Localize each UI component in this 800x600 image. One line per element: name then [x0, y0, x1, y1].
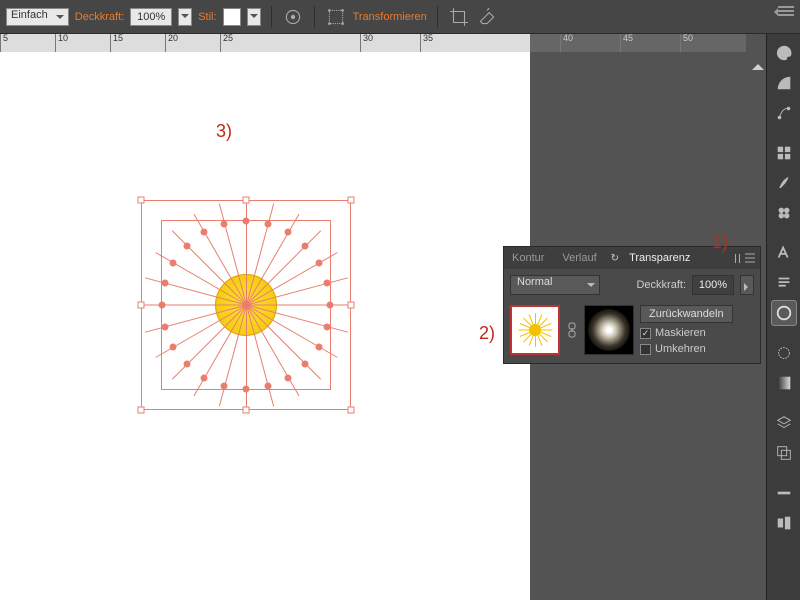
grid-icon[interactable]	[771, 140, 797, 166]
opacity-stepper[interactable]	[740, 275, 754, 295]
annotation-1: 1)	[712, 232, 728, 253]
horizontal-ruler: 5101520253035	[0, 34, 530, 52]
link-icon[interactable]	[566, 305, 578, 355]
shape-icon[interactable]	[771, 70, 797, 96]
gradient-icon[interactable]	[771, 370, 797, 396]
palette-icon[interactable]	[771, 40, 797, 66]
transparency-icon[interactable]	[771, 300, 797, 326]
curve-icon[interactable]	[771, 100, 797, 126]
transform-label: Transformieren	[353, 11, 427, 23]
mask-label: Maskieren	[655, 327, 706, 339]
align-icon[interactable]	[771, 510, 797, 536]
layers-icon[interactable]	[771, 410, 797, 436]
style-swatch[interactable]	[223, 8, 241, 26]
paragraph-icon[interactable]	[771, 270, 797, 296]
invert-label: Umkehren	[655, 343, 706, 355]
line-icon[interactable]	[771, 480, 797, 506]
refresh-icon: ↻	[611, 253, 619, 264]
opacity-label: Deckkraft:	[75, 11, 125, 23]
target-icon[interactable]	[282, 6, 304, 28]
panel-opacity-input[interactable]	[692, 275, 734, 295]
opacity-input[interactable]	[130, 8, 172, 26]
crop-icon[interactable]	[448, 6, 470, 28]
tab-transparenz[interactable]: Transparenz	[625, 252, 694, 264]
right-tool-strip	[766, 34, 800, 600]
panel-menu-icon[interactable]	[744, 253, 756, 263]
mask-thumbnail[interactable]	[584, 305, 634, 355]
invert-checkbox[interactable]: Umkehren	[640, 343, 733, 355]
brush-icon[interactable]	[771, 170, 797, 196]
style-label: Stil:	[198, 11, 216, 23]
divider	[314, 6, 315, 28]
style-dropdown[interactable]	[247, 8, 261, 26]
transform-bbox[interactable]	[141, 200, 351, 410]
mode-select[interactable]: Einfach	[6, 8, 69, 26]
tab-verlauf[interactable]: Verlauf	[558, 252, 600, 264]
tab-kontur[interactable]: Kontur	[508, 252, 548, 264]
panel-menu-icon[interactable]	[778, 6, 794, 16]
annotation-2: 2)	[479, 323, 495, 344]
collapse-icon[interactable]	[735, 254, 740, 263]
annotation-3: 3)	[216, 121, 232, 142]
circle-outline-icon[interactable]	[771, 340, 797, 366]
eraser-icon[interactable]	[476, 6, 498, 28]
divider	[271, 6, 272, 28]
top-toolbar: Einfach Deckkraft: Stil: Transformieren	[0, 0, 800, 34]
panel-opacity-label: Deckkraft:	[636, 279, 686, 291]
scroll-up-arrow[interactable]	[752, 58, 764, 70]
bounding-box-icon[interactable]	[325, 6, 347, 28]
revert-button[interactable]: Zurückwandeln	[640, 305, 733, 323]
blend-mode-select[interactable]: Normal	[510, 275, 600, 295]
type-icon[interactable]	[771, 240, 797, 266]
gray-ruler-zone: 404550	[530, 34, 746, 52]
opacity-dropdown[interactable]	[178, 8, 192, 26]
artboards-icon[interactable]	[771, 440, 797, 466]
flyout-icon[interactable]	[770, 8, 778, 16]
clover-icon[interactable]	[771, 200, 797, 226]
mask-checkbox[interactable]: ✓Maskieren	[640, 327, 733, 339]
artboard[interactable]	[0, 52, 530, 600]
transparency-panel: Kontur Verlauf ↻ Transparenz Normal Deck…	[503, 246, 761, 364]
artwork-thumbnail[interactable]	[510, 305, 560, 355]
divider	[437, 6, 438, 28]
